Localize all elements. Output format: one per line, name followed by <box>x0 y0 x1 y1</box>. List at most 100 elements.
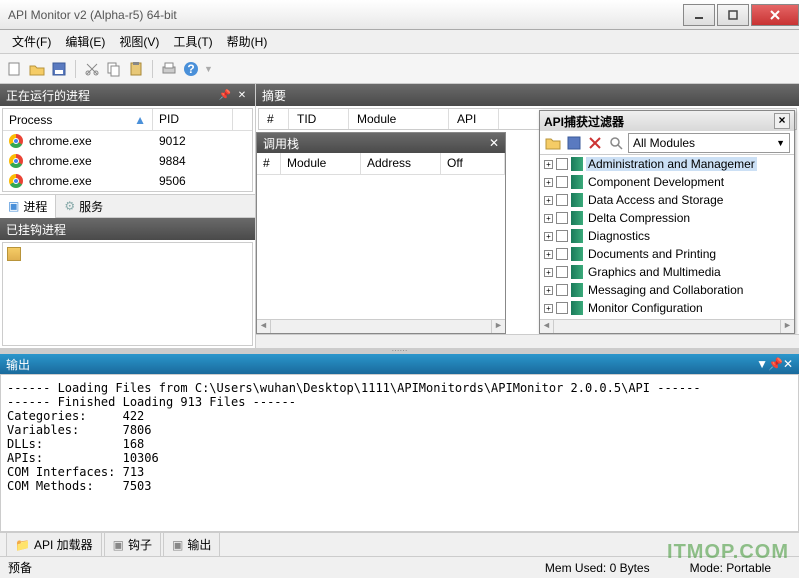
summary-col-api[interactable]: API <box>449 109 499 129</box>
menu-help[interactable]: 帮助(H) <box>223 31 272 52</box>
checkbox[interactable] <box>556 212 568 224</box>
save-filter-icon[interactable] <box>565 134 583 152</box>
print-icon[interactable] <box>160 60 178 78</box>
status-mode: Mode: Portable <box>690 561 771 575</box>
left-column: 正在运行的进程 📌 ✕ Process▲ PID chrome.exe9012c… <box>0 84 256 348</box>
workspace: 正在运行的进程 📌 ✕ Process▲ PID chrome.exe9012c… <box>0 84 799 348</box>
cs-col-address[interactable]: Address <box>361 153 441 174</box>
summary-col-tid[interactable]: TID <box>289 109 349 129</box>
process-row[interactable]: chrome.exe9012 <box>3 131 252 151</box>
search-filter-icon[interactable] <box>607 134 625 152</box>
menu-file[interactable]: 文件(F) <box>8 31 55 52</box>
open-icon[interactable] <box>28 60 46 78</box>
modules-dropdown[interactable]: All Modules ▼ <box>628 133 790 153</box>
filter-tree[interactable]: +Administration and Managemer+Component … <box>540 155 794 319</box>
panel-close-icon[interactable]: ✕ <box>235 88 249 102</box>
filter-item[interactable]: +Monitor Configuration <box>540 299 794 317</box>
checkbox[interactable] <box>556 194 568 206</box>
module-icon <box>571 283 583 297</box>
process-row[interactable]: chrome.exe9506 <box>3 171 252 191</box>
tab-api-loader[interactable]: 📁API 加载器 <box>6 532 102 557</box>
cut-icon[interactable] <box>83 60 101 78</box>
title-bar: API Monitor v2 (Alpha-r5) 64-bit <box>0 0 799 30</box>
maximize-button[interactable] <box>717 4 749 26</box>
expand-icon[interactable]: + <box>544 214 553 223</box>
delete-filter-icon[interactable] <box>586 134 604 152</box>
tab-process[interactable]: ▣进程 <box>0 195 56 218</box>
output-pin-icon[interactable]: 📌 <box>768 357 783 371</box>
output-menu-icon[interactable]: ▼ <box>756 357 768 371</box>
pin-icon[interactable]: 📌 <box>218 88 232 102</box>
checkbox[interactable] <box>556 230 568 242</box>
paste-icon[interactable] <box>127 60 145 78</box>
filter-item[interactable]: +Component Development <box>540 173 794 191</box>
menu-edit[interactable]: 编辑(E) <box>61 31 109 52</box>
summary-header: 摘要 <box>256 84 799 106</box>
copy-icon[interactable] <box>105 60 123 78</box>
close-button[interactable] <box>751 4 799 26</box>
checkbox[interactable] <box>556 176 568 188</box>
filter-item[interactable]: +Messaging and Collaboration <box>540 281 794 299</box>
grid-icon <box>7 247 21 261</box>
expand-icon[interactable]: + <box>544 160 553 169</box>
new-icon[interactable] <box>6 60 24 78</box>
filter-item[interactable]: +Data Access and Storage <box>540 191 794 209</box>
hooked-processes-header: 已挂钩进程 <box>0 218 255 240</box>
summary-col-num[interactable]: # <box>259 109 289 129</box>
expand-icon[interactable]: + <box>544 178 553 187</box>
filter-item[interactable]: +Delta Compression <box>540 209 794 227</box>
pid-column-header[interactable]: PID <box>153 109 233 130</box>
save-icon[interactable] <box>50 60 68 78</box>
chrome-icon <box>9 174 23 188</box>
chrome-icon <box>9 154 23 168</box>
callstack-panel: 调用栈 ✕ # Module Address Off ◄ ► <box>256 132 506 334</box>
chevron-down-icon: ▼ <box>776 138 785 148</box>
filter-item[interactable]: +Graphics and Multimedia <box>540 263 794 281</box>
main-toolbar: ? ▼ <box>0 54 799 84</box>
menu-tools[interactable]: 工具(T) <box>169 31 216 52</box>
svg-text:?: ? <box>187 62 194 76</box>
filter-item[interactable]: +Administration and Managemer <box>540 155 794 173</box>
module-icon <box>571 265 583 279</box>
status-ready: 预备 <box>8 559 545 576</box>
cs-col-off[interactable]: Off <box>441 153 505 174</box>
cs-col-num[interactable]: # <box>257 153 281 174</box>
expand-icon[interactable]: + <box>544 196 553 205</box>
api-filter-panel: API捕获过滤器 × All Modules ▼ +Administration… <box>539 110 795 334</box>
filter-toolbar: All Modules ▼ <box>540 131 794 155</box>
checkbox[interactable] <box>556 302 568 314</box>
folder-open-icon[interactable] <box>544 134 562 152</box>
filter-item[interactable]: +Diagnostics <box>540 227 794 245</box>
status-bar: 预备 Mem Used: 0 Bytes Mode: Portable <box>0 556 799 578</box>
tab-service[interactable]: ⚙服务 <box>56 195 111 218</box>
tab-hooks[interactable]: ▣钩子 <box>104 532 161 557</box>
process-row[interactable]: chrome.exe9884 <box>3 151 252 171</box>
minimize-button[interactable] <box>683 4 715 26</box>
cs-col-module[interactable]: Module <box>281 153 361 174</box>
filter-item[interactable]: +Documents and Printing <box>540 245 794 263</box>
expand-icon[interactable]: + <box>544 268 553 277</box>
filter-close-icon[interactable]: × <box>774 113 790 129</box>
menu-view[interactable]: 视图(V) <box>115 31 163 52</box>
summary-col-module[interactable]: Module <box>349 109 449 129</box>
running-processes-header: 正在运行的进程 📌 ✕ <box>0 84 255 106</box>
output-panel: 输出 ▼ 📌 ✕ ------ Loading Files from C:\Us… <box>0 354 799 532</box>
output-close-icon[interactable]: ✕ <box>783 357 793 371</box>
expand-icon[interactable]: + <box>544 286 553 295</box>
output-body[interactable]: ------ Loading Files from C:\Users\wuhan… <box>0 374 799 532</box>
tab-output[interactable]: ▣输出 <box>163 532 220 557</box>
checkbox[interactable] <box>556 266 568 278</box>
expand-icon[interactable]: + <box>544 304 553 313</box>
callstack-close-icon[interactable]: ✕ <box>489 136 499 150</box>
process-column-header[interactable]: Process▲ <box>3 109 153 130</box>
summary-title: 摘要 <box>262 87 286 104</box>
checkbox[interactable] <box>556 248 568 260</box>
module-icon <box>571 175 583 189</box>
workspace-hscroll[interactable] <box>256 334 799 348</box>
expand-icon[interactable]: + <box>544 250 553 259</box>
expand-icon[interactable]: + <box>544 232 553 241</box>
checkbox[interactable] <box>556 284 568 296</box>
checkbox[interactable] <box>556 158 568 170</box>
callstack-header: 调用栈 ✕ <box>257 133 505 153</box>
help-icon[interactable]: ? <box>182 60 200 78</box>
